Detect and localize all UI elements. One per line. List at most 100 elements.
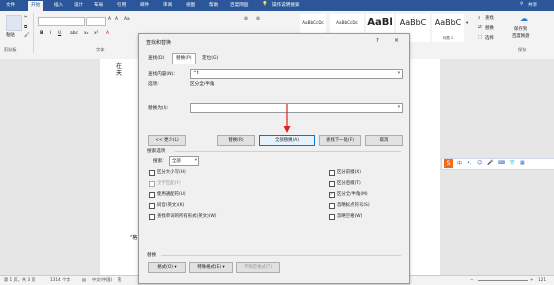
select-icon[interactable]: ⬚ (478, 35, 482, 40)
tab-help[interactable]: 帮助 (209, 2, 218, 8)
ime-emoji-icon[interactable]: ☺ (477, 160, 482, 166)
tab-references[interactable]: 引用 (117, 2, 126, 8)
whole-word-checkbox[interactable] (149, 181, 155, 187)
match-case-label[interactable]: 区分大小写(H) (157, 169, 186, 175)
tab-find[interactable]: 查找(D) (145, 54, 167, 63)
ime-chinese-icon[interactable]: 中 (457, 160, 462, 167)
style-sample: AaBbCcDc (302, 20, 324, 25)
ime-toolbar[interactable]: S 中 •, ☺ 🎤 ⌨ 👕 ▦ (441, 158, 554, 170)
find-icon[interactable]: ⌕ (478, 15, 480, 21)
sounds-like-label[interactable]: 同音(英文)(K) (157, 202, 184, 208)
word-count[interactable]: 1314 个字 (50, 277, 70, 283)
tab-view[interactable]: 视图 (186, 2, 195, 8)
replace-button[interactable]: 替换 (485, 25, 494, 31)
wildcards-checkbox[interactable] (149, 192, 155, 198)
replace-with-input[interactable]: ▾ (190, 103, 403, 113)
language-indicator[interactable]: 中文(中国) (92, 277, 112, 283)
shrink-font-icon[interactable]: A (115, 17, 118, 22)
style-heading-2[interactable]: AaBbC 标题 2 (432, 14, 464, 42)
tab-layout[interactable]: 布局 (94, 2, 103, 8)
all-word-forms-label[interactable]: 查找单词的所有形式(英文)(W) (157, 213, 217, 219)
cut-icon[interactable]: ✂ (24, 15, 28, 20)
search-direction-select[interactable]: 全部 ▾ (169, 156, 199, 166)
zoom-in-icon[interactable]: + (530, 277, 534, 282)
subscript-icon[interactable]: x₂ (84, 31, 88, 36)
numbering-icon[interactable]: ☰ (256, 17, 260, 22)
underline-icon[interactable]: U (58, 31, 61, 36)
tab-mailings[interactable]: 邮件 (140, 2, 149, 8)
tab-design[interactable]: 设计 (74, 2, 83, 8)
find-next-button[interactable]: 查找下一处(F) (319, 135, 361, 146)
change-case-icon[interactable]: Aa (124, 17, 130, 22)
bold-icon[interactable]: B (40, 31, 43, 36)
tab-insert[interactable]: 插入 (54, 2, 63, 8)
page-count[interactable]: 第 1 页，共 3 页 (4, 277, 36, 283)
grow-font-icon[interactable]: A (108, 17, 111, 22)
tab-review[interactable]: 审阅 (163, 2, 172, 8)
macro-icon[interactable]: ⎘ (118, 277, 121, 282)
match-case-checkbox[interactable] (149, 170, 155, 176)
styles-scroll-icon[interactable]: ▾ (466, 21, 468, 26)
ignore-space-label[interactable]: 忽略空格(W) (337, 213, 362, 219)
baidu-cloud-icon[interactable]: ☁ (520, 14, 528, 23)
strikethrough-icon[interactable]: abc (70, 31, 78, 36)
ime-voice-icon[interactable]: 🎤 (487, 160, 493, 166)
font-name-combo[interactable] (38, 17, 85, 26)
match-prefix-checkbox[interactable] (329, 170, 335, 176)
tell-me-search[interactable]: 操作说明搜索 (272, 2, 300, 8)
save-to-label[interactable]: 保存到 (514, 26, 527, 32)
share-button[interactable]: 共享 (528, 2, 537, 8)
ime-keyboard-icon[interactable]: ⌨ (498, 160, 505, 166)
font-size-combo[interactable] (86, 17, 106, 26)
tab-replace[interactable]: 替换(P) (172, 53, 196, 64)
ime-punct-icon[interactable]: •, (467, 160, 472, 166)
ime-menu-icon[interactable]: ▦ (520, 160, 525, 166)
proofing-icon[interactable]: ▤ (82, 277, 86, 282)
select-button[interactable]: 选择 (485, 35, 494, 41)
format-painter-icon[interactable]: 🖌 (24, 33, 30, 38)
match-prefix-label[interactable]: 区分前缀(X) (337, 169, 361, 175)
close-button[interactable]: × (394, 37, 399, 44)
replace-icon[interactable]: ⇄ (478, 25, 482, 30)
match-suffix-checkbox[interactable] (329, 181, 335, 187)
ignore-punct-label[interactable]: 忽略标点符号(S) (337, 202, 370, 208)
tab-file[interactable]: 文件 (6, 2, 15, 8)
dropdown-arrow-icon[interactable]: ▾ (195, 158, 197, 163)
replace-all-button[interactable]: 全部替换(A) (259, 135, 315, 146)
copy-icon[interactable]: ⧉ (24, 24, 27, 30)
tab-goto[interactable]: 定位(G) (199, 54, 221, 63)
style-name: 标题 2 (442, 36, 454, 40)
font-color-icon[interactable]: A (106, 31, 109, 36)
paste-label[interactable]: 粘贴 (6, 32, 15, 38)
replace-button[interactable]: 替换(R) (217, 135, 255, 146)
sounds-like-checkbox[interactable] (149, 203, 155, 209)
find-button[interactable]: 查找 (485, 15, 494, 21)
italic-icon[interactable]: I (50, 31, 51, 36)
tab-baidu[interactable]: 百度网盘 (230, 2, 248, 8)
help-button[interactable]: ? (376, 38, 379, 44)
clipboard-group-label: 剪贴板 (4, 47, 17, 52)
dropdown-arrow-icon[interactable]: ▾ (398, 105, 400, 110)
bullets-icon[interactable]: ☰ (244, 17, 248, 22)
ime-skin-icon[interactable]: 👕 (509, 160, 515, 166)
cancel-button[interactable]: 取消 (365, 135, 403, 146)
find-what-input[interactable]: ^t ▾ (190, 69, 403, 79)
format-button[interactable]: 格式(O) ▾ (148, 262, 186, 273)
ignore-punct-checkbox[interactable] (329, 203, 335, 209)
paste-icon[interactable] (6, 15, 22, 31)
zoom-level[interactable]: 121 (538, 277, 546, 282)
match-suffix-label[interactable]: 区分后缀(T) (337, 180, 361, 186)
less-button[interactable]: << 更少(L) (148, 135, 186, 146)
zoom-slider[interactable] (478, 280, 528, 281)
all-word-forms-checkbox[interactable] (149, 214, 155, 220)
special-button[interactable]: 特殊格式(E) ▾ (189, 262, 233, 273)
baidu-label[interactable]: 百度网盘 (512, 33, 530, 39)
match-width-checkbox[interactable] (329, 191, 335, 198)
superscript-icon[interactable]: x² (94, 31, 98, 36)
match-width-label[interactable]: 区分全/半角(M) (337, 191, 368, 197)
ignore-space-checkbox[interactable] (329, 214, 335, 220)
wildcards-label[interactable]: 使用通配符(U) (157, 191, 186, 197)
tab-home[interactable]: 开始 (28, 1, 44, 11)
zoom-out-icon[interactable]: − (470, 277, 474, 282)
dropdown-arrow-icon[interactable]: ▾ (398, 71, 400, 76)
